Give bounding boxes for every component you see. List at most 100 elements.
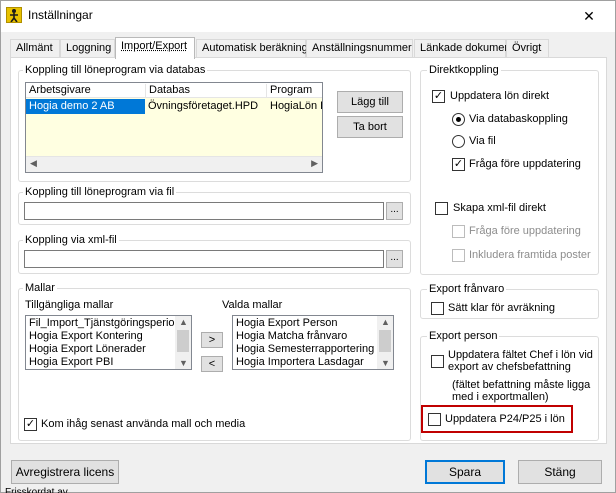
tab-label: Import/Export: [121, 40, 188, 52]
via-file-label: Via fil: [469, 135, 496, 147]
move-left-button[interactable]: <: [201, 356, 223, 372]
column-header-databas[interactable]: Databas: [146, 84, 267, 98]
xml-ask-before-update-label: Fråga före uppdatering: [469, 225, 581, 237]
update-chef-label-line1: Uppdatera fältet Chef i lön vid: [448, 349, 593, 361]
update-salary-direct-checkbox[interactable]: ✓: [432, 90, 445, 103]
list-item[interactable]: Fil_Import_Tjänstgöringsperiode: [29, 317, 187, 329]
update-chef-note-line2: med i exportmallen): [452, 391, 549, 403]
scroll-right-icon[interactable]: ▶: [311, 158, 318, 169]
vertical-scrollbar[interactable]: ▲ ▼: [377, 316, 393, 369]
scroll-thumb[interactable]: [177, 330, 189, 352]
remember-template-checkbox[interactable]: ✓: [24, 418, 37, 431]
update-chef-note-line1: (fältet befattning måste ligga: [452, 379, 591, 391]
scroll-up-icon[interactable]: ▲: [381, 317, 390, 327]
create-xml-direct-checkbox[interactable]: [435, 202, 448, 215]
mark-ready-checkbox[interactable]: [431, 302, 444, 315]
title-bar: Inställningar ✕: [1, 1, 615, 32]
column-header-program[interactable]: Program: [267, 84, 322, 98]
checkmark-icon: ✓: [453, 158, 464, 170]
close-icon: ✕: [583, 7, 595, 24]
unregister-license-button[interactable]: Avregistrera licens: [11, 460, 119, 484]
list-item[interactable]: Hogia Export Lönerader: [29, 343, 146, 355]
remove-link-button[interactable]: Ta bort: [337, 116, 403, 138]
vertical-scrollbar[interactable]: ▲ ▼: [175, 316, 191, 369]
save-button[interactable]: Spara: [425, 460, 505, 484]
scroll-left-icon[interactable]: ◀: [30, 158, 37, 169]
via-database-radio[interactable]: [452, 113, 465, 126]
list-item[interactable]: Hogia Semesterrapportering: [236, 343, 374, 355]
table-cell-databas: Övningsföretaget.HPD: [148, 100, 259, 112]
scroll-down-icon[interactable]: ▼: [179, 358, 188, 368]
export-absence-title: Export frånvaro: [427, 283, 507, 295]
tab-label: Anställningsnummer: [312, 42, 412, 54]
selected-templates-list[interactable]: Hogia Export Person Hogia Matcha frånvar…: [232, 315, 394, 370]
db-link-table[interactable]: Arbetsgivare Databas Program Hogia demo …: [25, 82, 323, 173]
include-future-entries-checkbox[interactable]: [452, 249, 465, 262]
tab-automatisk-berakning[interactable]: Automatisk beräkning: [196, 39, 308, 58]
radio-dot-icon: [456, 117, 461, 122]
list-item[interactable]: Hogia Importera Lasdagar: [236, 356, 364, 368]
background-text: Frisskordat av: [5, 487, 68, 493]
file-link-browse-button[interactable]: ...: [386, 202, 403, 220]
add-link-button[interactable]: Lägg till: [337, 91, 403, 113]
tab-allmant[interactable]: Allmänt: [10, 39, 60, 58]
update-p24-p25-checkbox[interactable]: [428, 413, 441, 426]
settings-dialog: Inställningar ✕ Allmänt Loggning Import/…: [0, 0, 616, 493]
table-cell-program: HogiaLön P: [270, 100, 323, 112]
scroll-thumb[interactable]: [379, 330, 391, 352]
file-link-title: Koppling till löneprogram via fil: [23, 186, 177, 198]
tab-label: Allmänt: [16, 42, 53, 54]
tab-label: Övrigt: [512, 42, 542, 54]
tab-ovrigt[interactable]: Övrigt: [506, 39, 549, 58]
update-chef-checkbox[interactable]: [431, 355, 444, 368]
file-link-path-input[interactable]: [24, 202, 384, 220]
close-window-button[interactable]: ✕: [571, 4, 607, 28]
app-person-icon: [6, 7, 22, 23]
include-future-entries-label: Inkludera framtida poster: [469, 249, 591, 261]
tab-loggning[interactable]: Loggning: [60, 39, 115, 58]
tab-import-export[interactable]: Import/Export: [115, 37, 195, 59]
column-header-arbetsgivare[interactable]: Arbetsgivare: [26, 84, 146, 98]
update-salary-direct-label: Uppdatera lön direkt: [450, 90, 550, 102]
update-chef-label-line2: export av chefsbefattning: [448, 361, 571, 373]
templates-title: Mallar: [23, 282, 57, 294]
tab-lankade-dokument[interactable]: Länkade dokument: [414, 39, 514, 58]
available-templates-list[interactable]: Fil_Import_Tjänstgöringsperiode Hogia Ex…: [25, 315, 192, 370]
db-link-title: Koppling till löneprogram via databas: [23, 64, 208, 76]
tab-label: Automatisk beräkning: [202, 42, 308, 54]
export-person-title: Export person: [427, 330, 500, 342]
ask-before-update-label: Fråga före uppdatering: [469, 158, 581, 170]
window-title: Inställningar: [28, 8, 93, 22]
scroll-down-icon[interactable]: ▼: [381, 358, 390, 368]
via-database-label: Via databaskoppling: [469, 113, 568, 125]
table-row[interactable]: Hogia demo 2 AB Övningsföretaget.HPD Hog…: [26, 99, 322, 114]
list-item[interactable]: Hogia Matcha frånvaro: [236, 330, 347, 342]
tab-anstallningsnummer[interactable]: Anställningsnummer: [306, 39, 413, 58]
available-templates-label: Tillgängliga mallar: [25, 299, 114, 311]
update-p24-p25-label: Uppdatera P24/P25 i lön: [445, 413, 565, 425]
create-xml-direct-label: Skapa xml-fil direkt: [453, 202, 546, 214]
checkmark-icon: ✓: [25, 418, 36, 430]
checkmark-icon: ✓: [433, 90, 444, 102]
list-item[interactable]: Hogia Export PBI: [29, 356, 113, 368]
list-item[interactable]: Hogia Export Kontering: [29, 330, 143, 342]
horizontal-scrollbar[interactable]: ◀ ▶: [26, 156, 322, 172]
selected-templates-label: Valda mallar: [222, 299, 283, 311]
tab-label: Loggning: [66, 42, 112, 54]
xml-link-title: Koppling via xml-fil: [23, 234, 119, 246]
xml-ask-before-update-checkbox[interactable]: [452, 225, 465, 238]
xml-link-browse-button[interactable]: ...: [386, 250, 403, 268]
ask-before-update-checkbox[interactable]: ✓: [452, 158, 465, 171]
table-cell-arbetsgivare: Hogia demo 2 AB: [26, 99, 145, 114]
mark-ready-label: Sätt klar för avräkning: [448, 302, 555, 314]
move-right-button[interactable]: >: [201, 332, 223, 348]
direct-link-title: Direktkoppling: [427, 64, 501, 76]
table-header: Arbetsgivare Databas Program: [26, 83, 322, 98]
list-item[interactable]: Hogia Export Person: [236, 317, 338, 329]
xml-link-path-input[interactable]: [24, 250, 384, 268]
tab-label: Länkade dokument: [420, 42, 514, 54]
via-file-radio[interactable]: [452, 135, 465, 148]
close-button[interactable]: Stäng: [518, 460, 602, 484]
scroll-up-icon[interactable]: ▲: [179, 317, 188, 327]
remember-template-label: Kom ihåg senast använda mall och media: [41, 418, 246, 430]
